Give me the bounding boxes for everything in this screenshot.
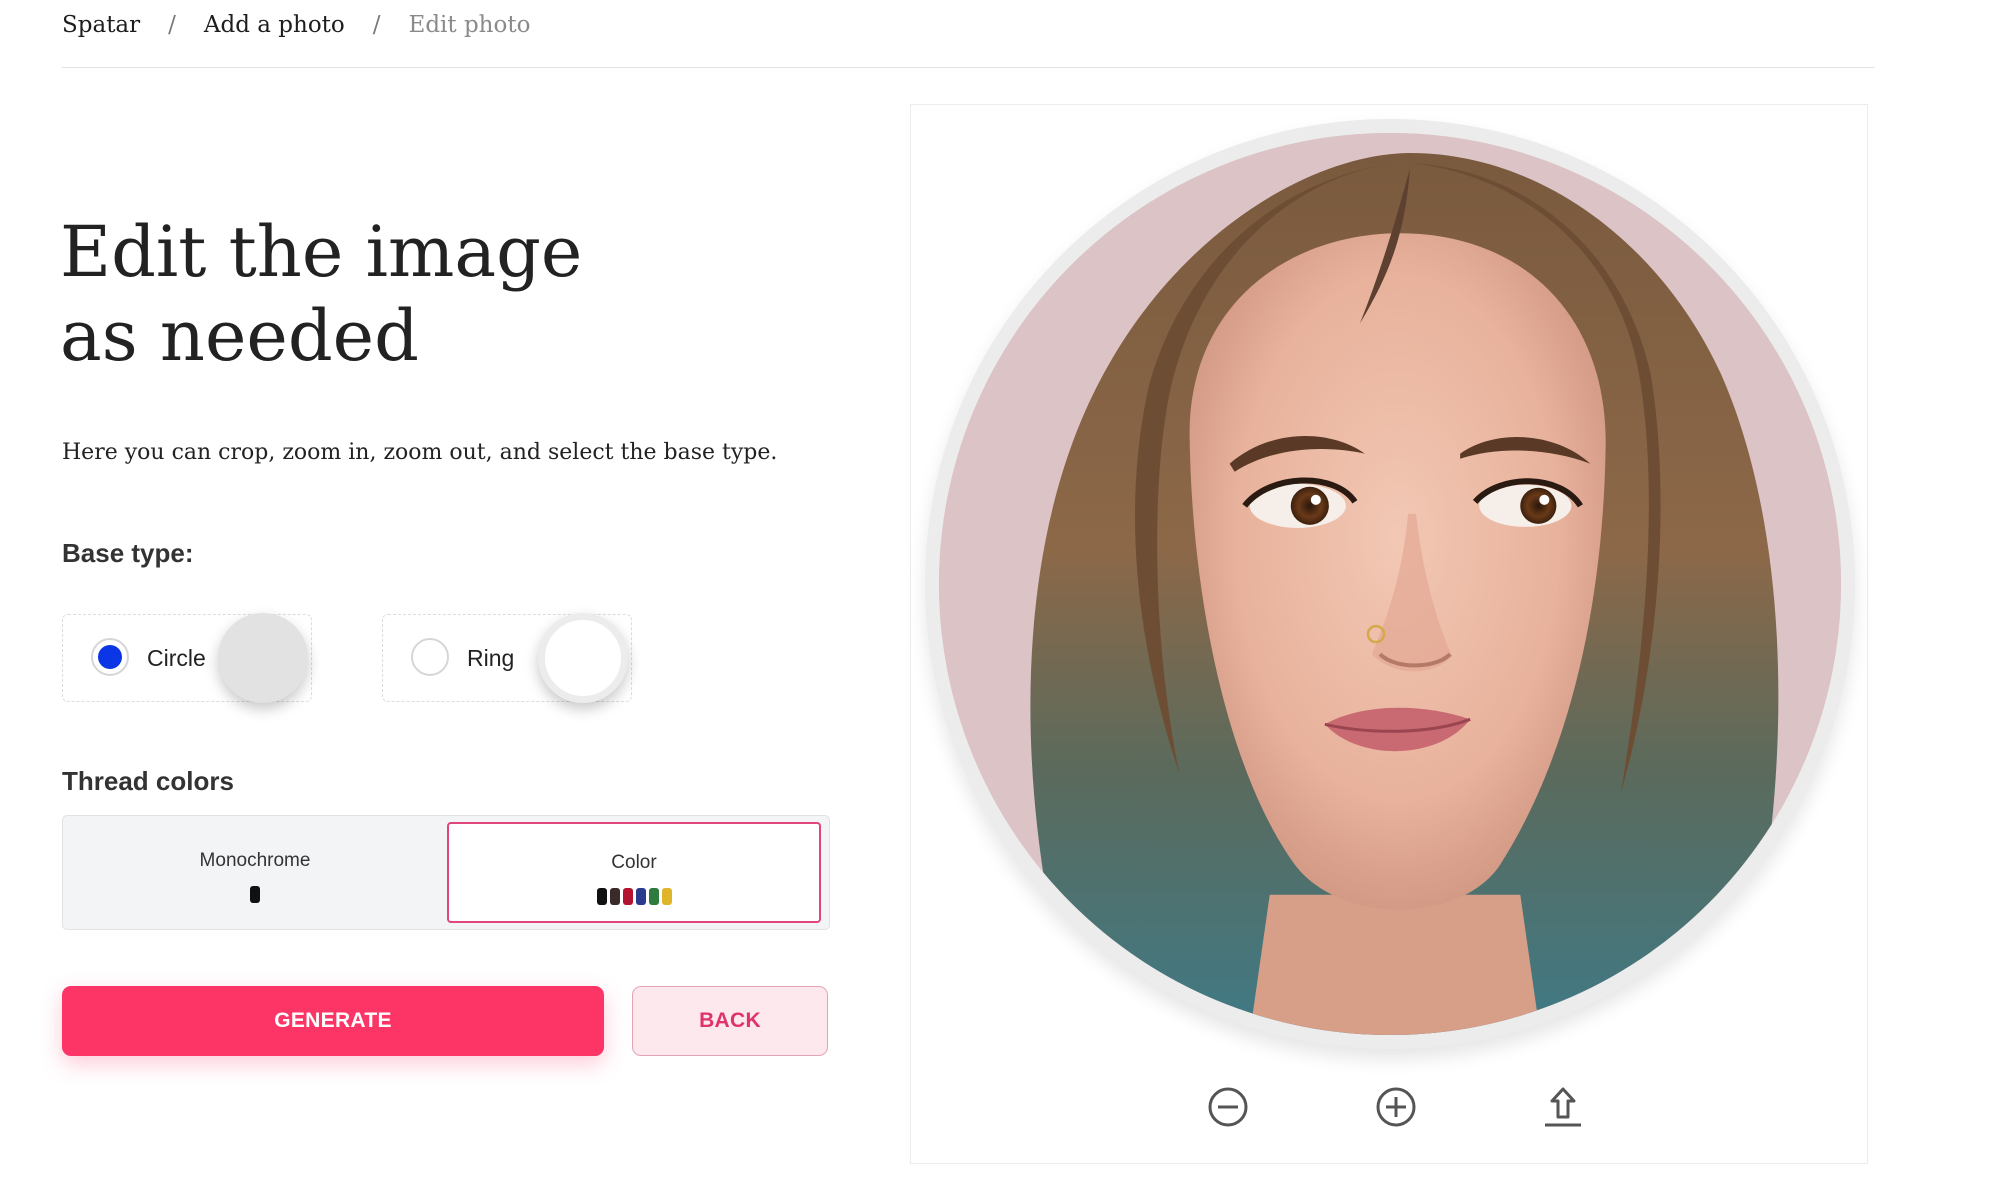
ring-base-preview [538, 613, 628, 703]
thread-colors-selector: Monochrome Color [62, 815, 830, 930]
ring-radio[interactable] [411, 638, 449, 676]
thread-option-monochrome-label: Monochrome [199, 850, 311, 871]
zoom-in-icon [1376, 1087, 1416, 1127]
base-option-circle[interactable]: Circle [62, 613, 312, 703]
zoom-out-button[interactable] [1204, 1083, 1252, 1131]
color-swatch [596, 888, 607, 905]
breadcrumb: Spatar / Add a photo / Edit photo [62, 12, 530, 38]
color-swatch [661, 888, 672, 905]
generate-button[interactable]: GENERATE [62, 986, 604, 1056]
circle-radio[interactable] [91, 638, 129, 676]
color-swatch [609, 888, 620, 905]
thread-option-color-label: Color [611, 852, 657, 873]
page-title: Edit the image as needed [60, 211, 583, 377]
color-swatch [648, 888, 659, 905]
back-button[interactable]: BACK [632, 986, 828, 1056]
image-preview-panel [910, 104, 1868, 1164]
color-swatch [622, 888, 633, 905]
breadcrumb-item-edit-photo: Edit photo [408, 12, 531, 38]
circle-base-preview [218, 613, 308, 703]
breadcrumb-item-add-photo[interactable]: Add a photo [204, 12, 345, 38]
breadcrumb-separator: / [372, 12, 381, 38]
page-description: Here you can crop, zoom in, zoom out, an… [62, 440, 778, 465]
base-option-ring[interactable]: Ring [382, 613, 632, 703]
upload-button[interactable] [1539, 1083, 1587, 1131]
thread-option-monochrome[interactable]: Monochrome [63, 816, 447, 929]
base-type-label: Base type: [62, 538, 194, 568]
header-divider [62, 67, 1875, 68]
thread-colors-label: Thread colors [62, 766, 234, 796]
monochrome-swatches [63, 886, 447, 903]
zoom-out-icon [1208, 1087, 1248, 1127]
portrait-photo[interactable] [939, 133, 1841, 1035]
base-option-ring-label: Ring [467, 645, 515, 671]
color-swatch [250, 886, 260, 903]
color-swatch [635, 888, 646, 905]
breadcrumb-item-spatar[interactable]: Spatar [62, 12, 140, 38]
base-option-circle-label: Circle [147, 645, 206, 671]
color-swatches [449, 888, 819, 905]
breadcrumb-separator: / [168, 12, 176, 38]
zoom-in-button[interactable] [1372, 1083, 1420, 1131]
upload-icon [1545, 1087, 1581, 1127]
thread-option-color[interactable]: Color [447, 822, 821, 923]
base-frame [925, 119, 1855, 1049]
